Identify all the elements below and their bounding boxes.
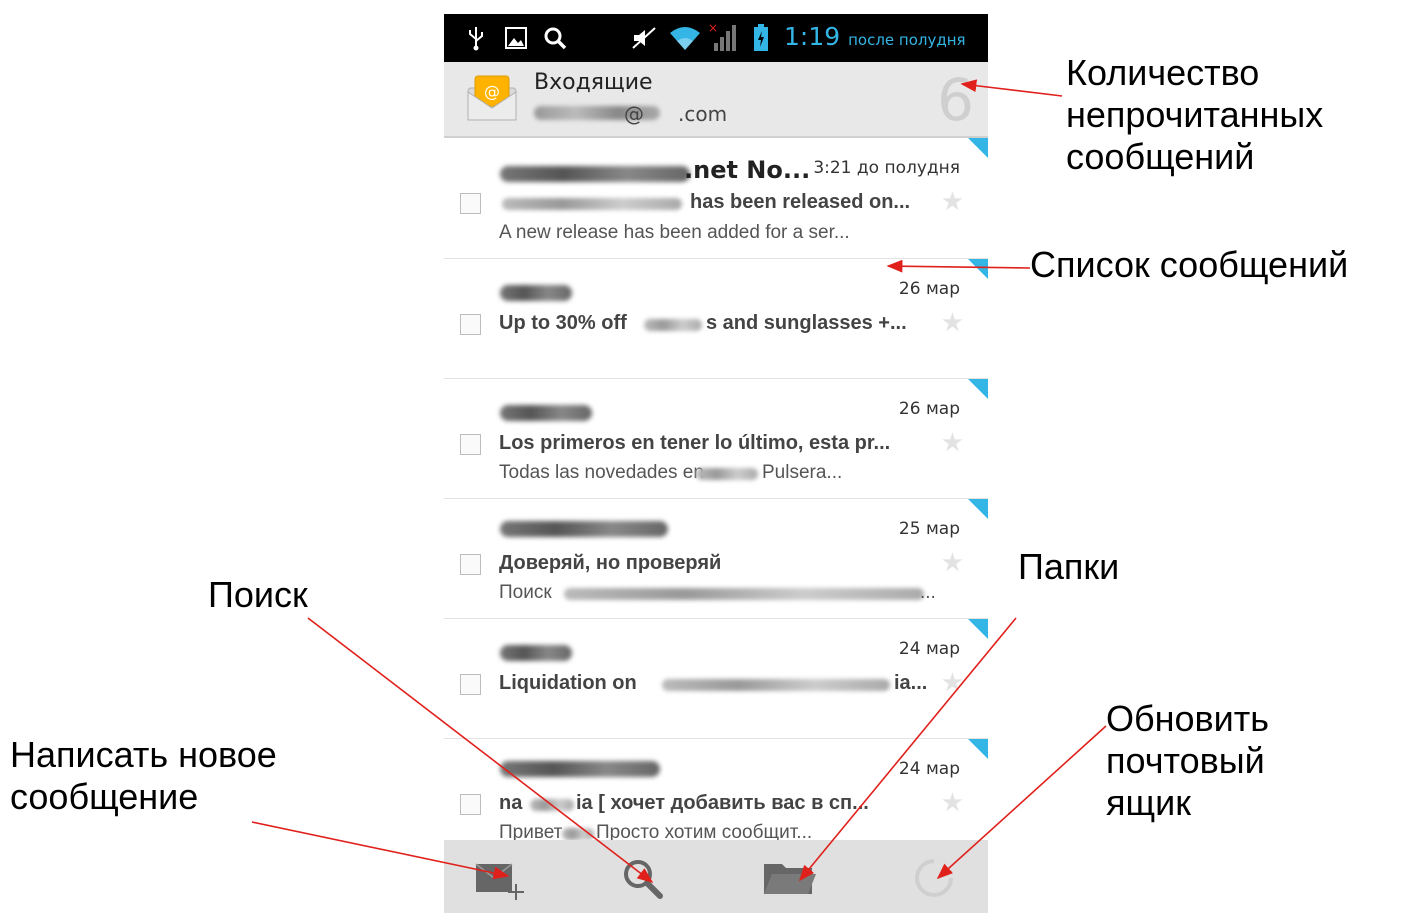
refresh-icon[interactable] bbox=[910, 854, 958, 902]
sender-redacted bbox=[500, 285, 572, 301]
preview-redacted bbox=[696, 468, 758, 480]
annotation-unread-count-line1: Количество bbox=[1066, 52, 1260, 93]
subject-redacted bbox=[502, 198, 682, 210]
message-preview-prefix: Поиск bbox=[499, 582, 552, 603]
message-checkbox[interactable] bbox=[460, 434, 481, 455]
message-subject: ia [ хочет добавить вас в сп... bbox=[576, 792, 869, 814]
svg-text:@: @ bbox=[484, 82, 500, 101]
message-preview: A new release has been added for a ser..… bbox=[499, 222, 850, 243]
annotation-unread-count: Количество непрочитанных сообщений bbox=[1066, 52, 1323, 178]
svg-text:×: × bbox=[708, 23, 718, 35]
message-subject: ia... bbox=[894, 672, 928, 694]
status-bar: × 1:19 после полудня bbox=[444, 14, 988, 62]
list-item[interactable]: .net No... 3:21 до полудня has been rele… bbox=[444, 138, 988, 259]
message-subject-prefix: Up to 30% off bbox=[499, 312, 627, 334]
star-icon[interactable]: ★ bbox=[941, 789, 964, 815]
unread-corner-indicator bbox=[968, 499, 988, 519]
compose-icon[interactable] bbox=[472, 854, 524, 902]
list-item[interactable]: 24 мар Liquidation on ia... ★ bbox=[444, 619, 988, 739]
annotation-message-list: Список сообщений bbox=[1030, 244, 1349, 285]
annotation-refresh: Обновить почтовый ящик bbox=[1106, 698, 1269, 824]
sender-redacted bbox=[500, 166, 690, 182]
star-icon[interactable]: ★ bbox=[941, 669, 964, 695]
search-icon bbox=[542, 24, 568, 52]
usb-icon bbox=[466, 24, 486, 52]
search-icon[interactable] bbox=[618, 854, 666, 902]
annotation-unread-count-line2: непрочитанных bbox=[1066, 94, 1324, 135]
signal-icon: × bbox=[708, 23, 742, 52]
unread-corner-indicator bbox=[968, 138, 988, 158]
message-date: 3:21 до полудня bbox=[813, 158, 960, 178]
image-icon bbox=[504, 24, 528, 52]
message-checkbox[interactable] bbox=[460, 674, 481, 695]
list-item[interactable]: 26 мар Up to 30% off s and sunglasses +.… bbox=[444, 259, 988, 379]
folder-icon[interactable] bbox=[762, 854, 816, 902]
unread-count: 6 bbox=[937, 66, 974, 134]
subject-redacted bbox=[662, 679, 890, 691]
message-sender: .net No... bbox=[684, 156, 811, 184]
wifi-icon bbox=[668, 24, 702, 52]
star-icon[interactable]: ★ bbox=[941, 429, 964, 455]
message-subject-prefix: Liquidation on bbox=[499, 672, 637, 694]
annotation-refresh-line2: почтовый bbox=[1106, 740, 1265, 781]
message-date: 25 мар bbox=[898, 519, 960, 539]
star-icon[interactable]: ★ bbox=[941, 188, 964, 214]
annotation-search: Поиск bbox=[208, 574, 308, 615]
message-date: 24 мар bbox=[898, 759, 960, 779]
annotation-compose-line1: Написать новое bbox=[10, 734, 277, 775]
message-checkbox[interactable] bbox=[460, 314, 481, 335]
battery-icon bbox=[752, 24, 770, 52]
unread-corner-indicator bbox=[968, 259, 988, 279]
list-item[interactable]: 25 мар Доверяй, но проверяй ★ Поиск ... bbox=[444, 499, 988, 619]
message-subject-prefix: na bbox=[499, 792, 523, 814]
subject-redacted bbox=[530, 799, 574, 811]
message-date: 26 мар bbox=[898, 279, 960, 299]
sender-redacted bbox=[500, 761, 660, 777]
unread-corner-indicator bbox=[968, 619, 988, 639]
sender-redacted bbox=[500, 405, 592, 421]
message-subject: Доверяй, но проверяй bbox=[499, 552, 722, 574]
inbox-header[interactable]: @ Входящие @ .com 6 bbox=[444, 62, 988, 138]
preview-redacted bbox=[564, 588, 924, 600]
bottom-action-bar bbox=[444, 840, 988, 913]
message-date: 24 мар bbox=[898, 639, 960, 659]
message-checkbox[interactable] bbox=[460, 193, 481, 214]
star-icon[interactable]: ★ bbox=[941, 549, 964, 575]
star-icon[interactable]: ★ bbox=[941, 309, 964, 335]
annotation-unread-count-line3: сообщений bbox=[1066, 136, 1255, 177]
message-preview: Pulsera... bbox=[762, 462, 843, 483]
preview-redacted bbox=[562, 828, 594, 840]
message-subject: Los primeros en tener lo último, esta pr… bbox=[499, 432, 891, 454]
mute-icon bbox=[630, 24, 658, 52]
message-checkbox[interactable] bbox=[460, 554, 481, 575]
message-subject: s and sunglasses +... bbox=[706, 312, 907, 334]
message-preview: ... bbox=[920, 582, 936, 603]
unread-corner-indicator bbox=[968, 379, 988, 399]
email-app-screen: × 1:19 после полудня @ Входящие @ .com 6 … bbox=[444, 14, 988, 913]
annotation-compose-line2: сообщение bbox=[10, 776, 199, 817]
annotation-compose: Написать новое сообщение bbox=[10, 734, 277, 818]
account-email: @ .com bbox=[624, 102, 728, 126]
message-subject: has been released on... bbox=[690, 191, 911, 213]
annotation-refresh-line1: Обновить bbox=[1106, 698, 1270, 739]
status-time: 1:19 после полудня bbox=[784, 22, 966, 51]
annotation-refresh-line3: ящик bbox=[1106, 782, 1191, 823]
message-date: 26 мар bbox=[898, 399, 960, 419]
sender-redacted bbox=[500, 521, 668, 537]
subject-redacted bbox=[644, 319, 702, 331]
unread-corner-indicator bbox=[968, 739, 988, 759]
page-title: Входящие bbox=[534, 70, 653, 95]
annotation-folders: Папки bbox=[1018, 546, 1120, 587]
message-preview-prefix: Todas las novedades en bbox=[499, 462, 704, 483]
mail-envelope-icon: @ bbox=[466, 74, 518, 127]
list-item[interactable]: 26 мар Los primeros en tener lo último, … bbox=[444, 379, 988, 499]
list-item[interactable]: 24 мар na ia [ хочет добавить вас в сп..… bbox=[444, 739, 988, 843]
message-checkbox[interactable] bbox=[460, 794, 481, 815]
sender-redacted bbox=[500, 645, 572, 661]
